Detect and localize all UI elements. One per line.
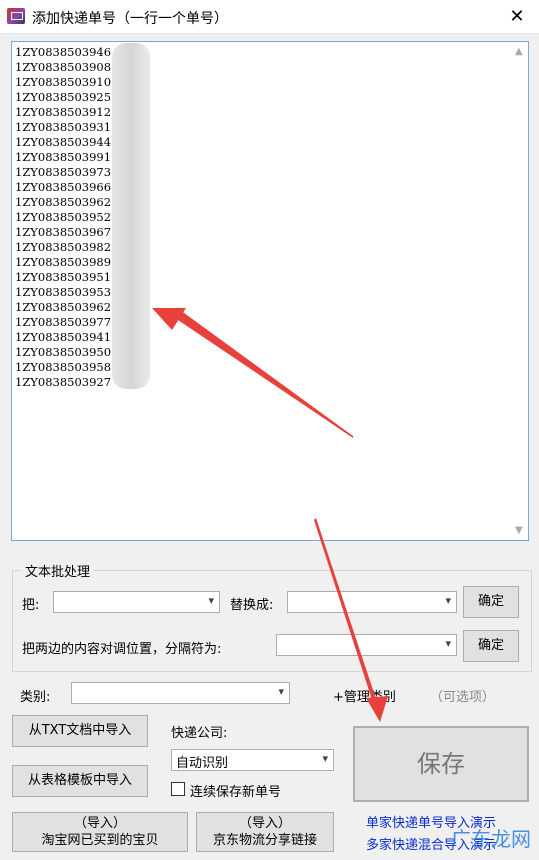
arrow-to-list xyxy=(175,310,353,438)
annotation-arrows xyxy=(152,308,388,722)
arrow-to-save xyxy=(314,518,378,706)
arrow-to-save-head xyxy=(366,696,388,722)
